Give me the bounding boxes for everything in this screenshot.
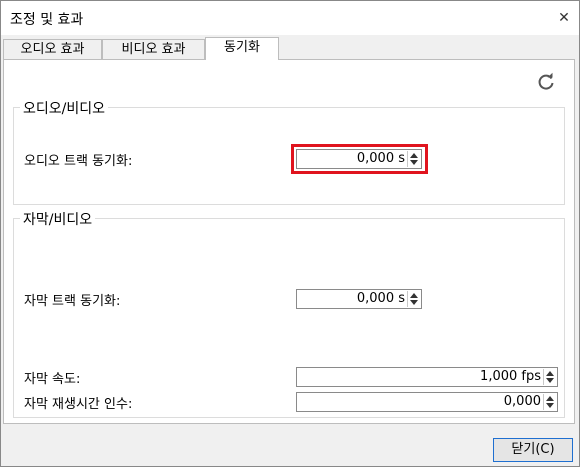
- subtitle-duration-factor-arrows: [543, 394, 556, 410]
- subtitle-video-group: 자막/비디오 자막 트랙 동기화: 0,000 s 자막 속도: 1,000 f…: [13, 209, 565, 418]
- audio-track-sync-spinbox[interactable]: 0,000 s: [296, 149, 422, 169]
- sync-tab-panel: 오디오/비디오 오디오 트랙 동기화: 0,000 s 자막/비디오 자막 트랙…: [3, 59, 575, 424]
- title-bar: 조정 및 효과 ✕: [1, 1, 579, 35]
- subtitle-duration-factor-value: 0,000: [503, 394, 541, 409]
- close-button[interactable]: 닫기(C): [493, 438, 573, 462]
- subtitle-track-sync-label: 자막 트랙 동기화:: [24, 294, 121, 309]
- subtitle-speed-spinbox[interactable]: 1,000 fps: [296, 367, 558, 387]
- close-icon[interactable]: ✕: [555, 9, 573, 27]
- spin-up-icon[interactable]: [410, 153, 418, 158]
- audio-track-sync-label: 오디오 트랙 동기화:: [24, 154, 133, 169]
- subtitle-speed-arrows: [543, 369, 556, 385]
- spin-up-icon[interactable]: [410, 293, 418, 298]
- sync-dialog-window: 조정 및 효과 ✕ 오디오 효과 비디오 효과 동기화 오디오/비디오 오디오 …: [0, 0, 580, 467]
- subtitle-track-sync-value: 0,000 s: [356, 291, 405, 306]
- window-title: 조정 및 효과: [10, 12, 84, 28]
- audio-track-sync-value: 0,000 s: [356, 151, 405, 166]
- audio-track-sync-arrows: [407, 151, 420, 167]
- tab-synchronization[interactable]: 동기화: [205, 37, 279, 60]
- spin-down-icon[interactable]: [546, 403, 554, 408]
- spin-down-icon[interactable]: [410, 300, 418, 305]
- tab-audio-effects[interactable]: 오디오 효과: [3, 39, 102, 59]
- subtitle-speed-label: 자막 속도:: [24, 372, 81, 387]
- tab-video-effects[interactable]: 비디오 효과: [102, 39, 205, 59]
- spin-down-icon[interactable]: [410, 160, 418, 165]
- spin-down-icon[interactable]: [546, 378, 554, 383]
- refresh-icon[interactable]: [536, 72, 556, 92]
- subtitle-video-group-title: 자막/비디오: [20, 209, 96, 229]
- spin-up-icon[interactable]: [546, 396, 554, 401]
- subtitle-speed-value: 1,000 fps: [480, 369, 541, 384]
- subtitle-duration-factor-spinbox[interactable]: 0,000: [296, 392, 558, 412]
- subtitle-duration-factor-label: 자막 재생시간 인수:: [24, 397, 133, 412]
- audio-video-group-title: 오디오/비디오: [20, 98, 108, 118]
- spin-up-icon[interactable]: [546, 371, 554, 376]
- subtitle-track-sync-spinbox[interactable]: 0,000 s: [296, 289, 422, 309]
- subtitle-track-sync-arrows: [407, 291, 420, 307]
- audio-video-group: 오디오/비디오 오디오 트랙 동기화: 0,000 s: [13, 98, 565, 205]
